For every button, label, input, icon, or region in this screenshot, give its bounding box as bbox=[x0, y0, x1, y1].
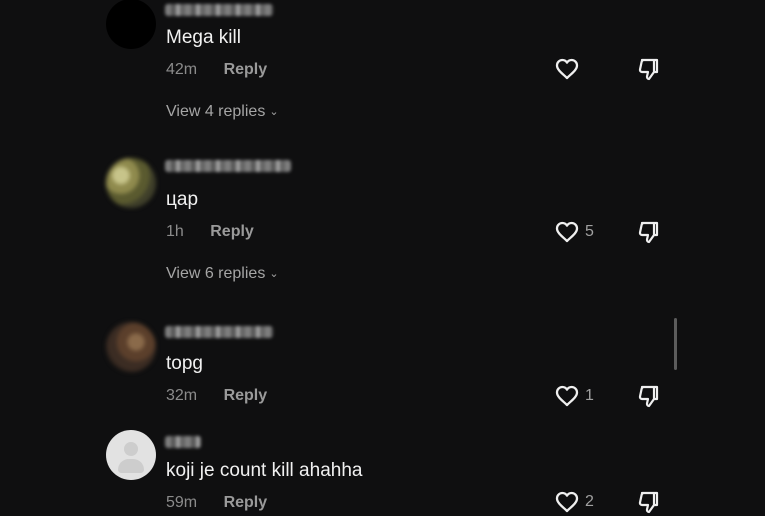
blurred-username bbox=[165, 4, 273, 16]
view-replies-label: View 6 replies bbox=[166, 265, 266, 282]
comment-text: topg bbox=[166, 353, 203, 374]
like-button[interactable]: 2 bbox=[553, 490, 598, 514]
thumbs-down-icon[interactable] bbox=[636, 220, 662, 246]
heart-icon bbox=[555, 491, 579, 513]
comment-time: 1h bbox=[166, 223, 184, 240]
comment-time: 32m bbox=[166, 387, 198, 404]
comment-meta: 32m Reply bbox=[166, 387, 267, 405]
reply-button[interactable]: Reply bbox=[210, 223, 254, 240]
view-replies-button[interactable]: View 4 replies ⌄ bbox=[166, 103, 279, 121]
comment-meta: 1h Reply bbox=[166, 223, 254, 241]
blurred-username bbox=[165, 436, 201, 448]
reply-button[interactable]: Reply bbox=[224, 387, 268, 404]
avatar[interactable] bbox=[106, 322, 156, 372]
avatar-body bbox=[118, 459, 144, 473]
avatar[interactable] bbox=[106, 158, 156, 208]
reply-button[interactable]: Reply bbox=[224, 494, 268, 511]
view-replies-label: View 4 replies bbox=[166, 103, 266, 120]
thumbs-down-icon[interactable] bbox=[636, 490, 662, 516]
avatar-head bbox=[124, 442, 138, 456]
like-button[interactable]: 1 bbox=[553, 384, 598, 408]
like-count: 2 bbox=[585, 493, 594, 510]
comment-list: Mega kill 42m Reply View 4 replies ⌄ цар … bbox=[0, 0, 765, 514]
comment-text: koji je count kill ahahha bbox=[166, 460, 363, 481]
like-button[interactable]: 5 bbox=[553, 220, 598, 244]
chevron-down-icon: ⌄ bbox=[269, 268, 279, 280]
comment-meta: 42m Reply bbox=[166, 61, 267, 79]
thumbs-down-icon[interactable] bbox=[636, 384, 662, 410]
comment-text: Mega kill bbox=[166, 27, 241, 48]
chevron-down-icon: ⌄ bbox=[269, 106, 279, 118]
blurred-username bbox=[165, 326, 273, 338]
comment-time: 42m bbox=[166, 61, 198, 78]
comment-text: цар bbox=[166, 189, 199, 210]
avatar[interactable] bbox=[106, 430, 156, 480]
blurred-username bbox=[165, 160, 291, 172]
like-button[interactable] bbox=[553, 57, 598, 81]
heart-icon bbox=[555, 385, 579, 407]
like-count: 1 bbox=[585, 387, 594, 404]
heart-icon bbox=[555, 58, 579, 80]
avatar[interactable] bbox=[106, 0, 156, 49]
view-replies-button[interactable]: View 6 replies ⌄ bbox=[166, 265, 279, 283]
comment-time: 59m bbox=[166, 494, 198, 511]
heart-icon bbox=[555, 221, 579, 243]
scrollbar[interactable] bbox=[674, 318, 677, 370]
comment-meta: 59m Reply bbox=[166, 494, 267, 512]
thumbs-down-icon[interactable] bbox=[636, 57, 662, 83]
reply-button[interactable]: Reply bbox=[224, 61, 268, 78]
like-count: 5 bbox=[585, 223, 594, 240]
